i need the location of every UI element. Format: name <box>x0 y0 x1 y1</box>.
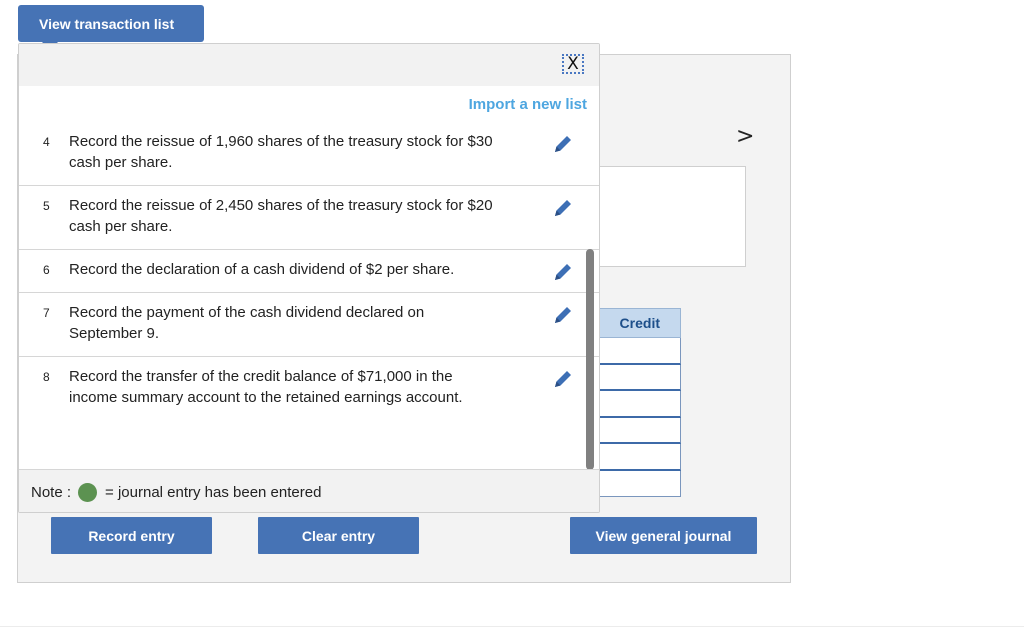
credit-input[interactable] <box>598 338 681 365</box>
import-new-list-link[interactable]: Import a new list <box>469 96 587 113</box>
record-entry-button[interactable]: Record entry <box>51 517 212 554</box>
transaction-number: 5 <box>43 199 50 213</box>
transaction-description: Record the transfer of the credit balanc… <box>69 368 463 406</box>
note-prefix: Note : <box>31 483 72 501</box>
transaction-description: Record the reissue of 1,960 shares of th… <box>69 133 493 171</box>
transaction-list: 4 Record the reissue of 1,960 shares of … <box>19 122 599 420</box>
list-item: 4 Record the reissue of 1,960 shares of … <box>19 122 599 186</box>
clear-entry-button[interactable]: Clear entry <box>258 517 419 554</box>
note-legend: Note : = journal entry has been entered <box>19 469 599 512</box>
list-item: 8 Record the transfer of the credit bala… <box>19 357 599 420</box>
list-item: 5 Record the reissue of 2,450 shares of … <box>19 186 599 250</box>
transaction-description: Record the reissue of 2,450 shares of th… <box>69 197 493 235</box>
credit-input[interactable] <box>598 391 681 418</box>
list-item: 6 Record the declaration of a cash divid… <box>19 250 599 293</box>
popup-header: X <box>19 44 599 86</box>
view-transaction-list-label: View transaction list <box>39 15 175 32</box>
entered-status-dot-icon <box>78 482 98 502</box>
transaction-description: Record the payment of the cash dividend … <box>69 304 425 342</box>
transaction-number: 8 <box>43 370 50 384</box>
transaction-number: 6 <box>43 263 50 277</box>
credit-column-header: Credit <box>598 308 681 338</box>
credit-input[interactable] <box>598 444 681 471</box>
transaction-description: Record the declaration of a cash dividen… <box>69 261 455 278</box>
credit-input[interactable] <box>598 364 681 391</box>
list-scrollbar[interactable] <box>586 249 594 470</box>
transaction-number: 7 <box>43 306 50 320</box>
pencil-edit-icon[interactable] <box>551 132 575 156</box>
credit-input[interactable] <box>598 417 681 444</box>
transaction-number: 4 <box>43 135 50 149</box>
pencil-edit-icon[interactable] <box>551 367 575 391</box>
transaction-description-box <box>598 166 746 267</box>
pencil-edit-icon[interactable] <box>551 196 575 220</box>
view-general-journal-button[interactable]: View general journal <box>570 517 757 554</box>
pencil-edit-icon[interactable] <box>551 303 575 327</box>
credit-column <box>598 338 681 497</box>
next-arrow-icon[interactable]: > <box>736 124 754 149</box>
divider <box>0 626 1024 627</box>
pencil-edit-icon[interactable] <box>551 260 575 284</box>
credit-input[interactable] <box>598 470 681 497</box>
transaction-list-popup: X Import a new list 4 Record the reissue… <box>18 43 600 513</box>
list-item: 7 Record the payment of the cash dividen… <box>19 293 599 357</box>
view-transaction-list-button[interactable]: View transaction list <box>18 5 204 50</box>
close-icon[interactable]: X <box>562 54 584 74</box>
note-text: = journal entry has been entered <box>105 483 322 501</box>
